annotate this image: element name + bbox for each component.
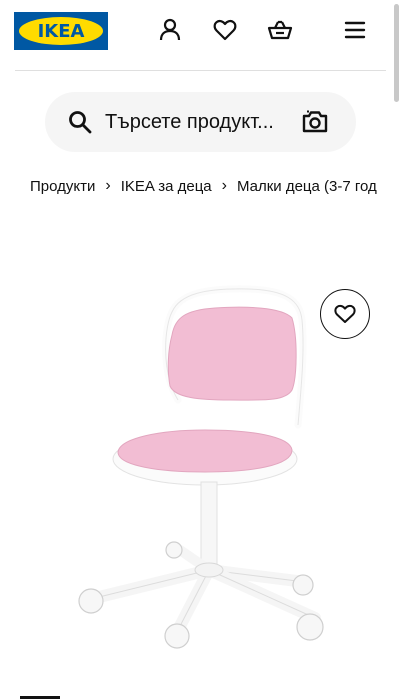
basket-icon[interactable]	[266, 16, 294, 44]
header-divider	[15, 70, 386, 71]
profile-icon[interactable]	[156, 16, 184, 44]
heart-icon	[334, 304, 356, 323]
scrollbar-thumb[interactable]	[394, 4, 399, 102]
search-input[interactable]: Търсете продукт...	[105, 111, 274, 134]
camera-icon[interactable]	[301, 108, 329, 136]
breadcrumb-separator: ›	[221, 177, 227, 195]
breadcrumb-separator: ›	[105, 177, 111, 195]
breadcrumb-item-small-kids[interactable]: Малки деца (3-7 год	[237, 178, 377, 195]
breadcrumb: Продукти › IKEA за деца › Малки деца (3-7 го…	[30, 177, 382, 201]
logo-text: IKEA	[37, 20, 85, 42]
logo-oval: IKEA	[19, 17, 103, 45]
heart-icon[interactable]	[211, 16, 239, 44]
breadcrumb-item-products[interactable]: Продукти	[30, 178, 95, 195]
menu-icon[interactable]	[341, 16, 369, 44]
search-bar[interactable]: Търсете продукт...	[45, 92, 356, 152]
breadcrumb-item-ikea-kids[interactable]: IKEA за деца	[121, 178, 212, 195]
search-icon	[69, 111, 92, 134]
ikea-logo[interactable]: IKEA	[14, 12, 108, 50]
site-header: IKEA	[0, 0, 401, 71]
add-to-favorites-button[interactable]	[320, 289, 370, 339]
page-scrollbar[interactable]	[392, 0, 401, 699]
